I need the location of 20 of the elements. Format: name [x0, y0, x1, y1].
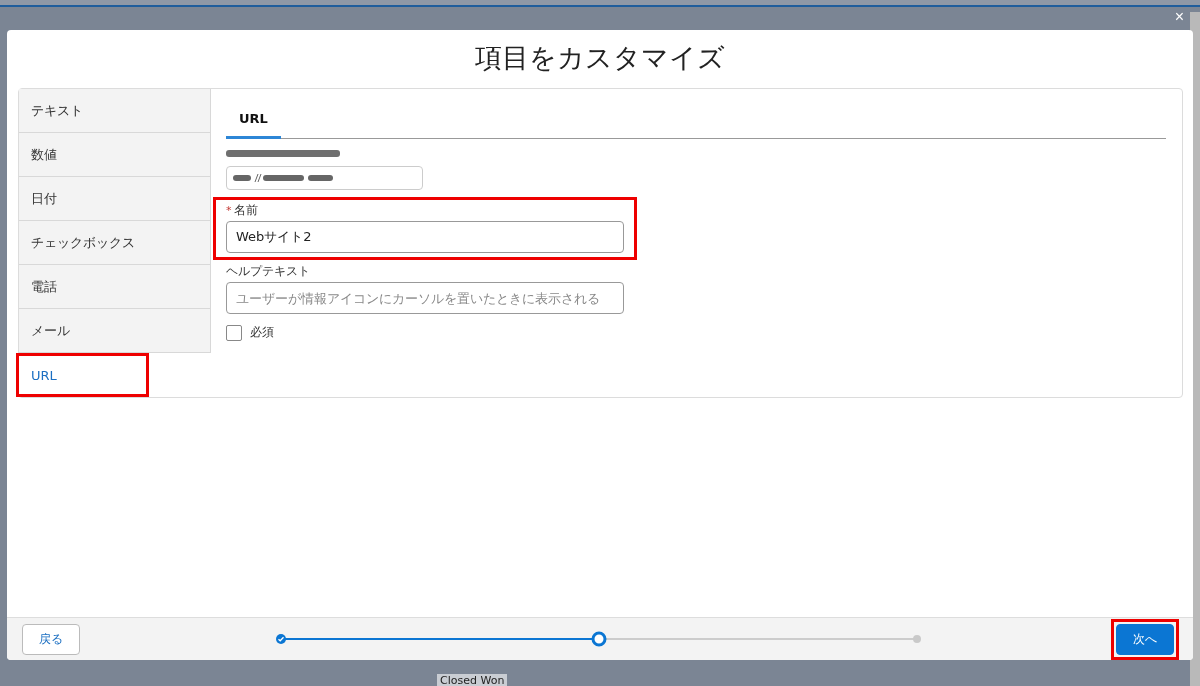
sidebar-item[interactable]: 電話	[19, 265, 211, 309]
dialog-title: 項目をカスタマイズ	[474, 41, 726, 75]
sidebar-item[interactable]: テキスト	[19, 89, 211, 133]
close-button[interactable]: ×	[1170, 8, 1188, 26]
required-mark: *	[226, 204, 232, 217]
sidebar-item[interactable]: URL	[16, 353, 149, 397]
field-label: ヘルプテキスト	[226, 263, 310, 280]
background-text: Closed Won	[437, 674, 508, 686]
checkbox-label: 必須	[250, 324, 274, 341]
name-field[interactable]: Webサイト2	[226, 221, 624, 253]
field-label: 名前	[233, 202, 258, 219]
sidebar-item[interactable]: チェックボックス	[19, 221, 211, 265]
back-button[interactable]: 戻る	[22, 623, 80, 655]
sidebar-item[interactable]: 日付	[19, 177, 211, 221]
tab[interactable]: URL	[226, 103, 281, 139]
checkbox[interactable]	[226, 324, 242, 341]
sidebar-item[interactable]: 数値	[19, 133, 211, 177]
next-button[interactable]: 次へ	[1116, 623, 1174, 655]
help-text-field[interactable]: ユーザーが情報アイコンにカーソルを置いたときに表示される	[226, 282, 624, 314]
sidebar-item[interactable]: メール	[19, 309, 211, 353]
